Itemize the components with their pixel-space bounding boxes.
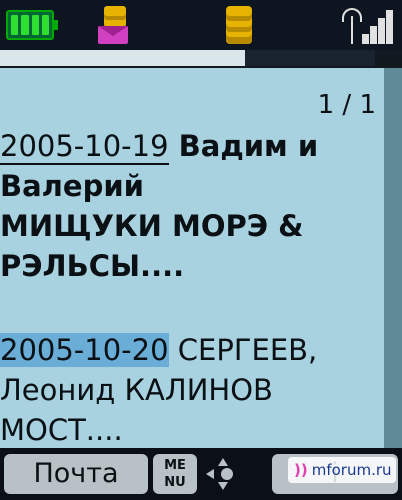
list-item[interactable]: 2005-10-19 Вадим и Валерий МИЩУКИ МОРЭ &… xyxy=(0,126,318,286)
message-text: МИЩУКИ МОРЭ & xyxy=(0,209,304,243)
watermark: )) mforum.ru xyxy=(288,457,396,483)
battery-icon xyxy=(6,10,58,40)
list-item[interactable]: 2005-10-20 СЕРГЕЕВ, Леонид КАЛИНОВ МОСТ.… xyxy=(0,330,317,450)
message-text: РЭЛЬСЫ.... xyxy=(0,249,185,283)
message-list: 1 / 1 2005-10-19 Вадим и Валерий МИЩУКИ … xyxy=(0,68,384,448)
menu-label-top: ME xyxy=(164,458,186,473)
tab-inactive[interactable] xyxy=(245,50,375,66)
message-text: Валерий xyxy=(0,169,144,203)
menu-button[interactable]: ME NU xyxy=(153,454,197,494)
scrollbar[interactable] xyxy=(384,68,402,448)
message-text: СЕРГЕЕВ, xyxy=(168,333,318,367)
tab-strip xyxy=(0,50,402,68)
mail-softkey-button[interactable]: Почта xyxy=(4,454,148,494)
watermark-logo-icon: )) xyxy=(294,461,308,479)
watermark-text: mforum.ru xyxy=(311,461,392,479)
message-date: 2005-10-19 xyxy=(0,129,169,165)
message-text: Леонид КАЛИНОВ xyxy=(0,373,273,407)
signal-strength-icon xyxy=(340,6,394,44)
menu-label-bottom: NU xyxy=(164,475,186,490)
memory-icon xyxy=(226,6,252,44)
message-storage-icon xyxy=(98,6,132,44)
message-text: Вадим и xyxy=(168,129,319,163)
message-date: 2005-10-20 xyxy=(0,333,169,367)
navigation-key-icon[interactable] xyxy=(202,454,244,494)
message-text: МОСТ.... xyxy=(0,413,123,447)
page-indicator: 1 / 1 xyxy=(317,90,376,120)
tab-active[interactable] xyxy=(0,50,245,66)
status-bar xyxy=(0,0,402,50)
